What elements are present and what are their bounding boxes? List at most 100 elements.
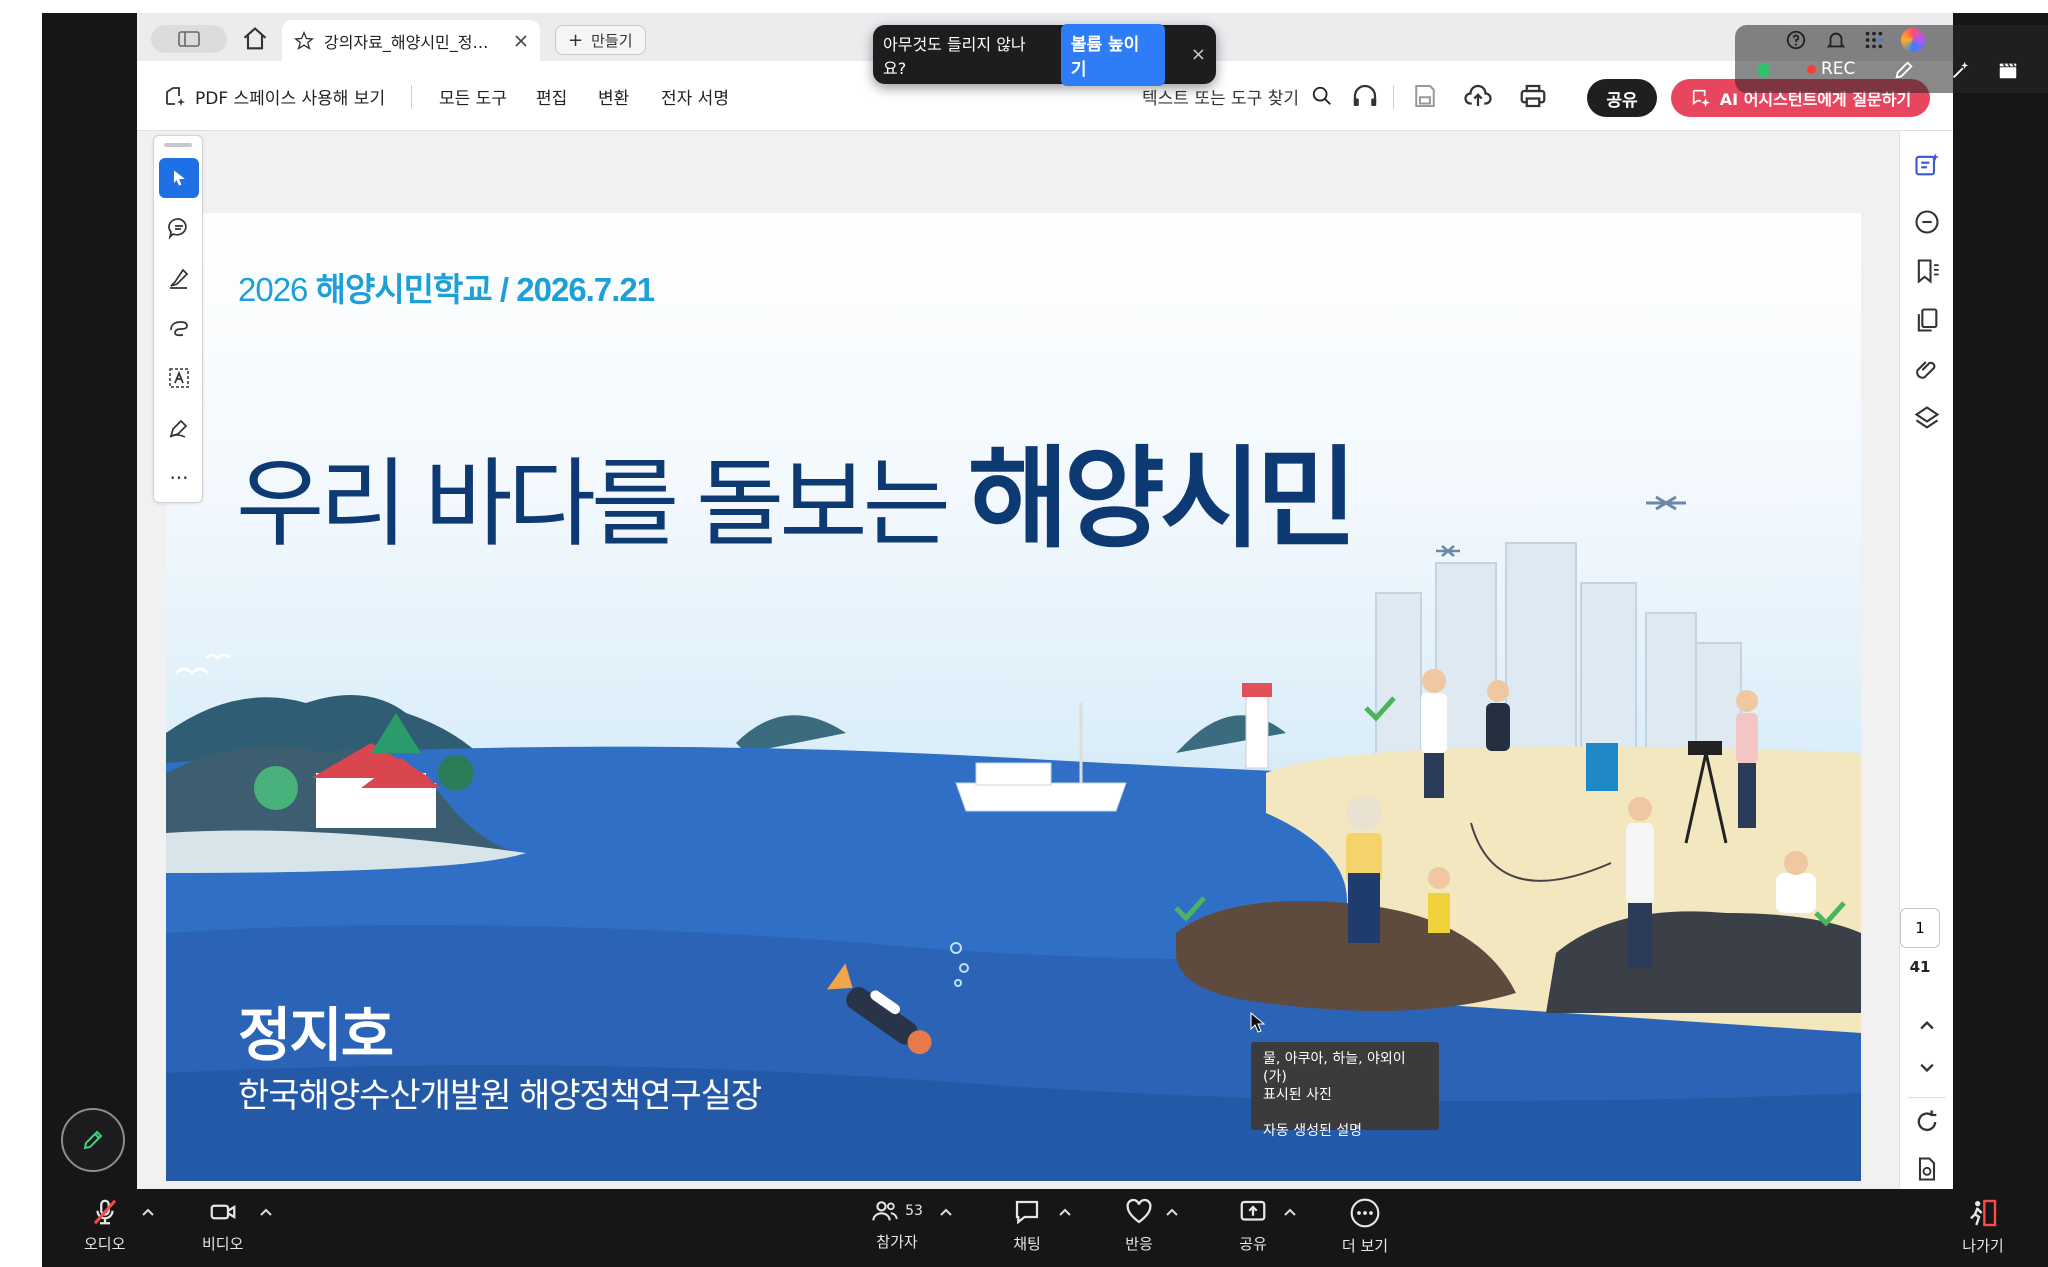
help-icon[interactable] xyxy=(1785,29,1807,51)
participants-button[interactable]: 53 참가자 xyxy=(862,1197,932,1263)
reactions-button[interactable]: 반응 xyxy=(1114,1197,1164,1263)
close-icon[interactable] xyxy=(514,34,528,48)
page-settings-icon[interactable] xyxy=(1913,1155,1941,1183)
edit-menu[interactable]: 편집 xyxy=(536,61,567,131)
meeting-control-bar: 오디오 비디오 53 참가자 채팅 반응 공유 더 보기 나가기 xyxy=(42,1189,2048,1267)
chevron-up-icon[interactable] xyxy=(1057,1205,1073,1221)
slide-year: 2026 xyxy=(238,271,316,308)
audio-button[interactable]: 오디오 xyxy=(84,1197,125,1263)
chevron-up-icon[interactable] xyxy=(938,1205,954,1221)
right-sidebar xyxy=(1899,131,1953,1189)
printer-icon xyxy=(1520,84,1546,108)
tooltip-line1: 물, 아쿠아, 하늘, 야외이(가) xyxy=(1263,1051,1406,1085)
more-tools-button[interactable]: ··· xyxy=(159,458,199,498)
notification-close-button[interactable]: × xyxy=(1191,44,1206,65)
ai-summary-icon[interactable] xyxy=(1913,151,1941,179)
video-button[interactable]: 비디오 xyxy=(202,1197,243,1263)
slide-school-date: 해양시민학교 / 2026.7.21 xyxy=(315,271,655,308)
pdf-space-label: PDF 스페이스 사용해 보기 xyxy=(195,88,386,109)
chevron-up-icon[interactable] xyxy=(140,1205,156,1221)
refresh-icon[interactable] xyxy=(1913,1108,1941,1136)
participants-icon xyxy=(872,1201,898,1221)
sidebar-icon xyxy=(178,31,200,47)
volume-up-button[interactable]: 볼륨 높이기 xyxy=(1060,23,1165,86)
image-alt-tooltip: 물, 아쿠아, 하늘, 야외이(가) 표시된 사진 자동 생성된 설명 xyxy=(1251,1042,1439,1139)
star-icon xyxy=(294,30,314,50)
save-button[interactable] xyxy=(1410,81,1440,111)
highlight-tool[interactable] xyxy=(159,258,199,298)
rec-dot-icon xyxy=(1807,65,1816,74)
tab-document[interactable]: 강의자료_해양시민_정… xyxy=(282,20,540,61)
highlighter-icon xyxy=(170,268,189,289)
annotation-toolbar: ··· xyxy=(153,135,203,503)
shield-icon xyxy=(1758,62,1770,78)
chat-label: 채팅 xyxy=(1013,1235,1041,1253)
chevron-up-icon[interactable] xyxy=(1913,1011,1941,1039)
clapperboard-icon[interactable] xyxy=(1997,59,2019,81)
share-button[interactable]: 공유 xyxy=(1587,79,1657,117)
magic-wand-icon[interactable] xyxy=(1950,59,1972,81)
sidebar-toggle-button[interactable] xyxy=(151,25,227,53)
new-tab-button[interactable]: + 만들기 xyxy=(555,25,646,55)
search-placeholder: 텍스트 또는 도구 찾기 xyxy=(1142,88,1299,109)
camera-icon xyxy=(210,1204,236,1220)
pages-icon[interactable] xyxy=(1913,306,1941,334)
more-icon xyxy=(1350,1198,1380,1228)
draw-tool[interactable] xyxy=(159,308,199,348)
headphones-icon xyxy=(1353,84,1377,106)
apps-grid-icon[interactable] xyxy=(1863,29,1885,51)
share-screen-icon xyxy=(1240,1200,1266,1221)
chevron-up-icon[interactable] xyxy=(1164,1205,1180,1221)
home-button[interactable] xyxy=(241,25,269,53)
bell-icon[interactable] xyxy=(1825,29,1847,51)
print-button[interactable] xyxy=(1518,81,1548,111)
participants-label: 참가자 xyxy=(876,1233,918,1251)
notification-message: 아무것도 들리지 않나요? xyxy=(883,34,1026,78)
chevron-up-icon[interactable] xyxy=(258,1205,274,1221)
convert-menu[interactable]: 변환 xyxy=(598,61,629,131)
recording-overlay: REC xyxy=(1735,25,2048,93)
bookmark-icon[interactable] xyxy=(1913,257,1941,285)
select-tool[interactable] xyxy=(159,158,199,198)
search-icon xyxy=(1312,86,1331,105)
esign-menu[interactable]: 전자 서명 xyxy=(661,61,729,131)
pencil-icon[interactable] xyxy=(1893,59,1915,81)
slide-title-bold: 해양시민 xyxy=(967,438,1358,561)
reactions-label: 반응 xyxy=(1125,1235,1153,1253)
microphone-muted-icon xyxy=(93,1199,116,1225)
leave-button[interactable]: 나가기 xyxy=(1958,1197,2008,1263)
share-screen-button[interactable]: 공유 xyxy=(1228,1197,1278,1263)
upload-button[interactable] xyxy=(1463,81,1493,111)
layers-icon[interactable] xyxy=(1913,404,1941,432)
attachment-icon[interactable] xyxy=(1913,355,1941,383)
tooltip-line2: 표시된 사진 xyxy=(1263,1087,1332,1103)
cursor-icon xyxy=(174,170,185,186)
pdf-space-button[interactable]: PDF 스페이스 사용해 보기 xyxy=(163,61,385,131)
new-tab-label: 만들기 xyxy=(591,31,633,50)
tooltip-line3: 자동 생성된 설명 xyxy=(1263,1123,1363,1139)
read-aloud-button[interactable] xyxy=(1350,81,1380,111)
chevron-up-icon[interactable] xyxy=(1282,1205,1298,1221)
ellipsis-icon: ··· xyxy=(169,466,189,490)
chat-button[interactable]: 채팅 xyxy=(1002,1197,1052,1263)
all-tools-menu[interactable]: 모든 도구 xyxy=(439,61,507,131)
slide-title-light: 우리 바다를 돌보는 xyxy=(236,451,968,558)
slide-title: 우리 바다를 돌보는 해양시민 xyxy=(236,409,1358,569)
current-page-input[interactable]: 1 xyxy=(1900,908,1940,948)
comment-tool[interactable] xyxy=(159,208,199,248)
home-icon xyxy=(243,27,267,50)
more-button[interactable]: 더 보기 xyxy=(1332,1197,1398,1263)
participant-count: 53 xyxy=(905,1203,923,1219)
profile-avatar[interactable] xyxy=(1901,28,1925,52)
leave-icon xyxy=(1970,1199,1997,1227)
text-tool[interactable] xyxy=(159,358,199,398)
total-pages: 41 xyxy=(1909,958,1931,976)
ai-sparkle-icon xyxy=(1692,89,1710,108)
pdf-space-icon xyxy=(166,87,185,106)
drag-handle[interactable] xyxy=(164,143,192,147)
freehand-icon xyxy=(170,321,188,337)
comments-icon[interactable] xyxy=(1913,208,1941,236)
annotate-floating-button[interactable] xyxy=(61,1108,125,1172)
chevron-down-icon[interactable] xyxy=(1913,1053,1941,1081)
sign-tool[interactable] xyxy=(159,408,199,448)
